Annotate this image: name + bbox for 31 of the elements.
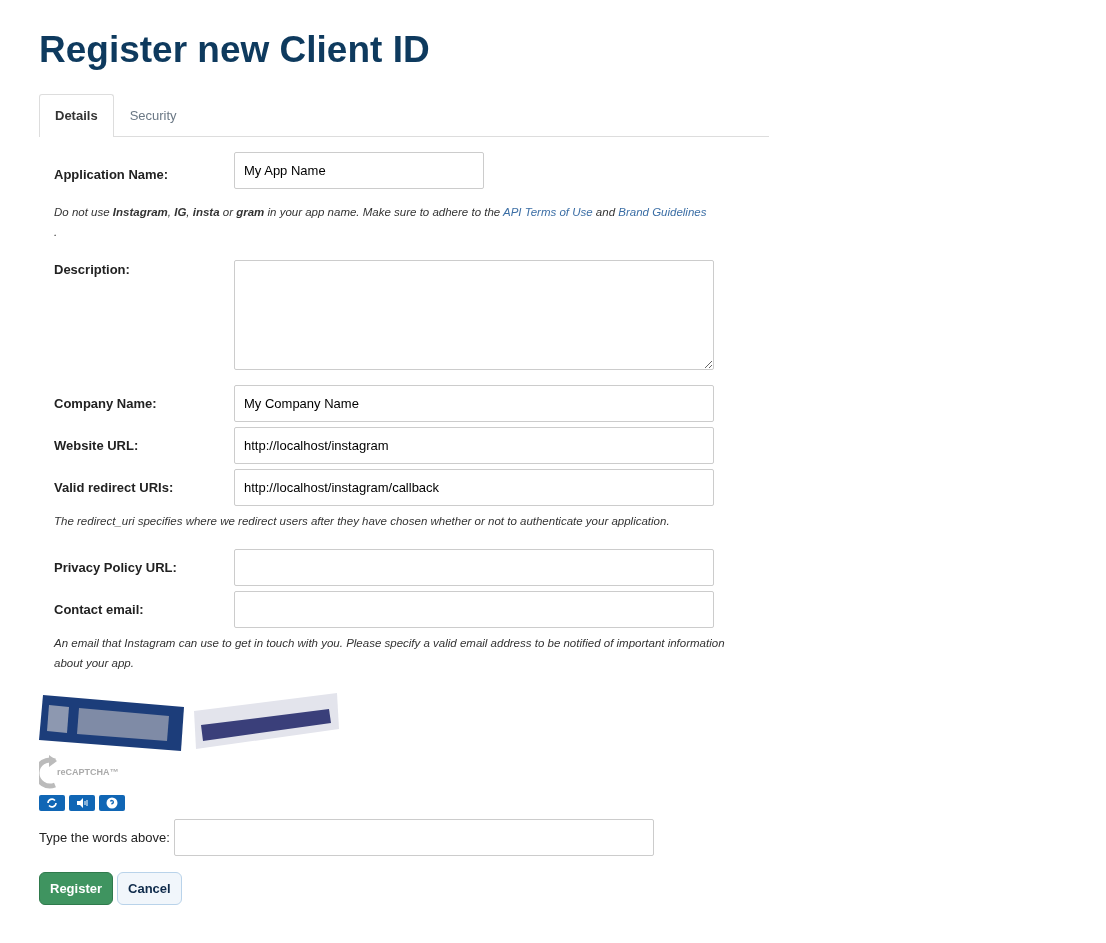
hint-text: Do not use Instagram, IG, insta or gram in your app name. Make sure to adhere to the API Terms of Use and Brand Guidelines .	[54, 204, 708, 240]
field-label: Contact email:	[54, 600, 145, 619]
reload-button[interactable]	[39, 794, 65, 811]
field-label: Description:	[54, 260, 131, 279]
speaker-button[interactable]	[69, 794, 95, 811]
field-label: Valid redirect URIs:	[54, 478, 175, 497]
text-field[interactable]: My App Name	[234, 151, 484, 189]
field-label: Application Name:	[54, 165, 170, 184]
text-field[interactable]	[234, 590, 714, 628]
text-field[interactable]: My Company Name	[234, 384, 714, 422]
link[interactable]: API Terms of Use	[503, 205, 593, 218]
refresh-arrow-icon	[39, 754, 57, 791]
help-text: An email that Instagram can use to get in touch with you. Please specify a valid email address to be notified of important information about your app.	[54, 635, 726, 671]
help-button[interactable]	[99, 794, 125, 811]
logo-text: reCAPTCHA™	[57, 766, 119, 780]
text-area[interactable]	[234, 259, 714, 370]
help-text: The redirect_uri specifies where we redirect users after they have chosen whether or not to authenticate your application.	[54, 513, 671, 529]
register-button[interactable]: Register	[39, 871, 114, 906]
cancel-button[interactable]: Cancel	[117, 871, 182, 906]
field-label: Website URL:	[54, 436, 140, 455]
page-title: Register new Client ID	[39, 28, 431, 72]
text-field[interactable]: http://localhost/instagram/callback	[234, 468, 714, 506]
answer-field[interactable]	[173, 818, 654, 856]
tab[interactable]: Details	[39, 94, 114, 137]
link[interactable]: Brand Guidelines	[618, 205, 707, 218]
field-label: Company Name:	[54, 394, 158, 413]
text-field[interactable]: http://localhost/instagram	[234, 426, 714, 464]
field-label: Type the words above:	[39, 828, 170, 847]
tab[interactable]: Security	[113, 94, 193, 137]
field-label: Privacy Policy URL:	[54, 558, 178, 577]
text-field[interactable]	[234, 548, 714, 586]
